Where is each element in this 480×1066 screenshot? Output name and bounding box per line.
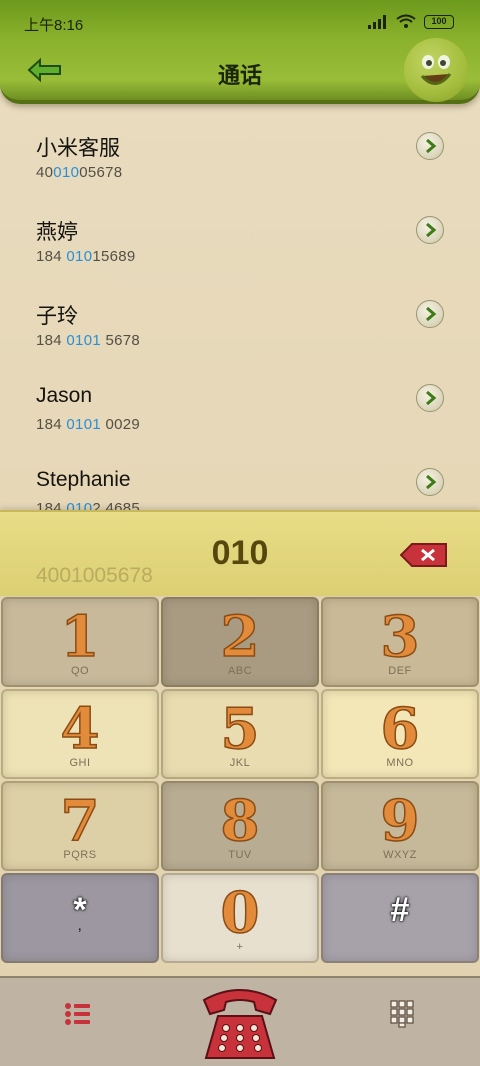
contact-number: 184 0101 5678 [36,332,141,349]
contact-name: Jason [36,384,93,407]
signal-icon [368,14,386,29]
contact-number: 4001005678 [36,164,123,181]
chevron-right-icon[interactable] [416,468,444,496]
contact-name: Stephanie [36,468,131,491]
chevron-right-icon[interactable] [416,132,444,160]
dial-keypad: 1 QO 2 ABC 3 DEF 4 GHI 5 JKL 6 MNO 7 PQRS 8 TUV … [0,596,480,964]
key-9[interactable]: 9 WXYZ [321,781,479,871]
list-menu-icon[interactable] [64,1002,92,1026]
key-star[interactable]: *, [1,873,159,963]
list-item[interactable]: 小米客服 4001005678 [0,118,480,202]
key-hash[interactable]: # [321,873,479,963]
contact-name: 小米客服 [36,137,120,160]
list-item[interactable]: 燕婷 184 01015689 [0,202,480,286]
backspace-icon[interactable] [400,542,448,568]
contact-number: 184 01015689 [36,248,136,265]
key-7[interactable]: 7 PQRS [1,781,159,871]
status-icons: 100 [368,14,454,29]
list-item[interactable]: 子玲 184 0101 5678 [0,286,480,370]
key-6[interactable]: 6 MNO [321,689,479,779]
key-3[interactable]: 3 DEF [321,597,479,687]
call-button[interactable] [198,978,282,1064]
key-0[interactable]: 0 + [161,873,319,963]
chevron-right-icon[interactable] [416,384,444,412]
contact-list: 小米客服 4001005678 燕婷 184 01015689 子玲 184 0… [0,118,480,538]
bottom-bar [0,976,480,1066]
wifi-icon [396,14,416,28]
smiley-icon [404,38,468,102]
status-time: 上午8:16 [24,17,84,34]
contact-name: 子玲 [36,305,78,328]
battery-icon: 100 [424,14,454,29]
app-header: 上午8:16 100 通话 [0,0,480,104]
contact-number: 184 0101 0029 [36,416,141,433]
chevron-right-icon[interactable] [416,300,444,328]
chevron-right-icon[interactable] [416,216,444,244]
dial-input-bar: 010 4001005678 [0,510,480,596]
key-1[interactable]: 1 QO [1,597,159,687]
key-8[interactable]: 8 TUV [161,781,319,871]
contact-name: 燕婷 [36,221,78,244]
list-item[interactable]: Jason 184 0101 0029 [0,370,480,454]
key-5[interactable]: 5 JKL [161,689,319,779]
key-2[interactable]: 2 ABC [161,597,319,687]
key-4[interactable]: 4 GHI [1,689,159,779]
suggested-number: 4001005678 [36,564,153,587]
keypad-toggle-icon[interactable] [390,1000,414,1028]
